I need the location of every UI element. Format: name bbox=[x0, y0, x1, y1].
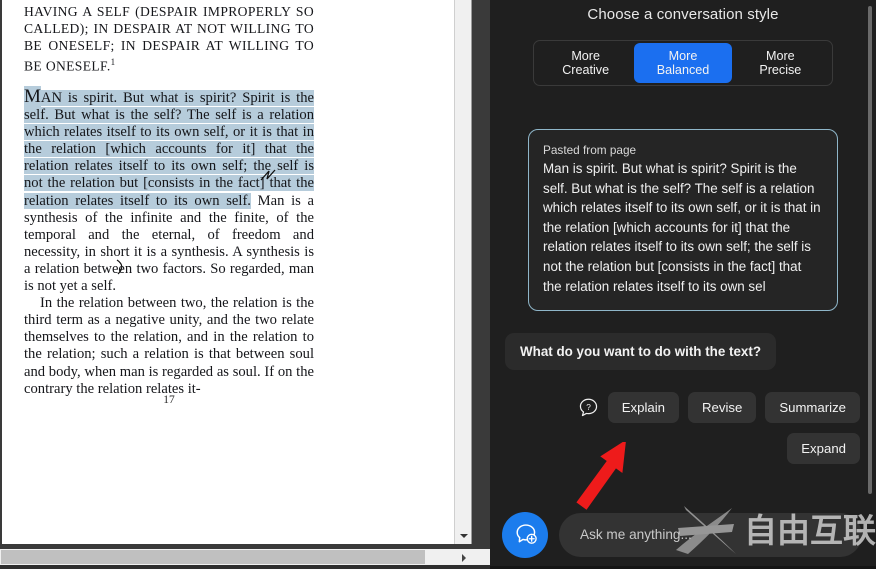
document-text-body[interactable]: DESPAIR AT NOT BEING CONSCIOUS OF HAVING… bbox=[24, 0, 314, 398]
dropcap-letter: M bbox=[24, 86, 41, 107]
style-button-more-precise[interactable]: More Precise bbox=[732, 43, 829, 83]
footnote-marker: 1 bbox=[110, 57, 116, 68]
chat-input-wrapper[interactable]: Ask me anything... bbox=[559, 512, 862, 557]
document-bottom-edge bbox=[0, 565, 490, 569]
suggested-actions-row-1: ? Explain Revise Summarize bbox=[490, 392, 876, 424]
svg-text:?: ? bbox=[586, 402, 591, 412]
app-root: DESPAIR AT NOT BEING CONSCIOUS OF HAVING… bbox=[0, 0, 876, 569]
assistant-message-row: What do you want to do with the text? bbox=[490, 311, 876, 371]
chat-input-placeholder: Ask me anything... bbox=[580, 527, 692, 542]
paragraph-two: In the relation between two, the relatio… bbox=[24, 295, 314, 397]
chat-vertical-scrollbar[interactable] bbox=[868, 6, 872, 494]
style-precise-line1: More bbox=[765, 48, 795, 63]
scroll-down-arrow[interactable] bbox=[455, 527, 471, 544]
document-page[interactable]: DESPAIR AT NOT BEING CONSCIOUS OF HAVING… bbox=[2, 0, 472, 544]
style-button-more-creative[interactable]: More Creative bbox=[537, 43, 634, 83]
conversation-style-title: Choose a conversation style bbox=[587, 6, 779, 23]
action-button-revise[interactable]: Revise bbox=[688, 392, 757, 424]
horizontal-scroll-thumb[interactable] bbox=[1, 550, 425, 564]
style-balanced-line2: Balanced bbox=[656, 63, 710, 77]
document-viewer-pane: DESPAIR AT NOT BEING CONSCIOUS OF HAVING… bbox=[0, 0, 490, 569]
new-chat-button[interactable] bbox=[502, 511, 548, 558]
paragraph-one: MAN is spirit. But what is spirit? Spiri… bbox=[24, 86, 314, 295]
scroll-right-arrow[interactable] bbox=[455, 549, 472, 566]
chat-composer: Ask me anything... bbox=[490, 500, 876, 569]
suggested-actions-row-2: Expand bbox=[490, 433, 876, 465]
style-creative-line1: More bbox=[571, 48, 601, 63]
copilot-chat-pane: Choose a conversation style More Creativ… bbox=[490, 0, 876, 569]
question-chat-icon[interactable]: ? bbox=[578, 397, 599, 418]
paragraph-one-highlighted: is spirit. But what is spirit? Spirit is… bbox=[24, 90, 314, 209]
pasted-text-content: Man is spirit. But what is spirit? Spiri… bbox=[543, 161, 821, 294]
dropcap-smallcaps: AN bbox=[40, 90, 62, 106]
document-vertical-scrollbar[interactable] bbox=[454, 0, 471, 544]
new-chat-bubble-icon bbox=[515, 524, 537, 544]
pasted-text-card[interactable]: Pasted from page Man is spirit. But what… bbox=[528, 129, 838, 312]
conversation-style-group: More Creative More Balanced More Precise bbox=[533, 40, 833, 86]
chapter-heading: DESPAIR AT NOT BEING CONSCIOUS OF HAVING… bbox=[24, 0, 314, 75]
style-precise-line2: Precise bbox=[759, 63, 802, 77]
action-button-explain[interactable]: Explain bbox=[607, 392, 679, 424]
assistant-prompt-bubble: What do you want to do with the text? bbox=[505, 333, 777, 371]
style-balanced-line1: More bbox=[668, 48, 698, 63]
chapter-heading-text: DESPAIR AT NOT BEING CONSCIOUS OF HAVING… bbox=[24, 0, 314, 74]
chevron-right-icon bbox=[461, 553, 466, 562]
action-button-summarize[interactable]: Summarize bbox=[765, 392, 860, 424]
page-number: 17 bbox=[163, 394, 175, 406]
pasted-from-page-label: Pasted from page bbox=[543, 143, 637, 157]
style-button-more-balanced[interactable]: More Balanced bbox=[634, 43, 732, 83]
style-creative-line2: Creative bbox=[562, 63, 610, 77]
action-button-expand[interactable]: Expand bbox=[787, 433, 860, 465]
document-horizontal-scrollbar[interactable] bbox=[0, 549, 490, 566]
chevron-down-icon bbox=[459, 533, 468, 538]
